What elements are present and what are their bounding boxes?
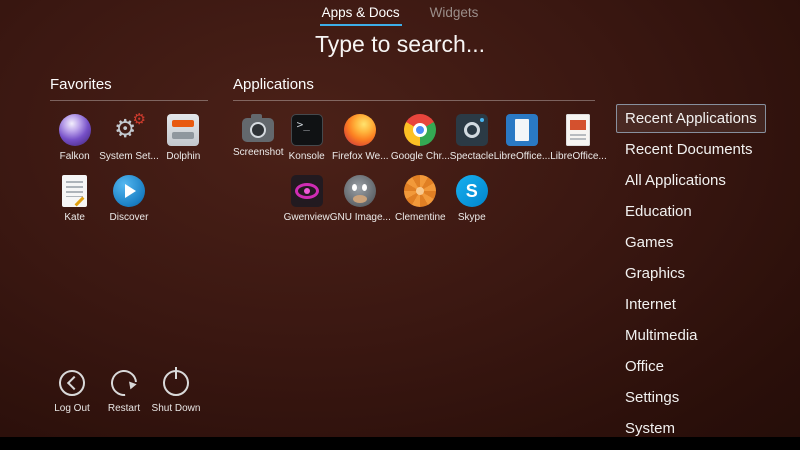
- category-multimedia[interactable]: Multimedia: [616, 321, 707, 350]
- app-label: Screenshot: [233, 147, 284, 158]
- app-label: Gwenview: [284, 212, 330, 223]
- category-office[interactable]: Office: [616, 352, 673, 381]
- app-libreoffice-1[interactable]: LibreOffice...: [494, 114, 551, 162]
- app-label: Konsole: [284, 151, 330, 162]
- category-recent-documents[interactable]: Recent Documents: [616, 135, 762, 164]
- app-spectacle[interactable]: Spectacle: [450, 114, 494, 162]
- spectacle-icon: [456, 114, 488, 146]
- category-recent-applications[interactable]: Recent Applications: [616, 104, 766, 133]
- app-system-settings[interactable]: System Set...: [99, 114, 158, 162]
- category-list: Recent Applications Recent Documents All…: [616, 104, 796, 450]
- app-google-chrome[interactable]: Google Chr...: [391, 114, 450, 162]
- category-games[interactable]: Games: [616, 228, 682, 257]
- app-falkon[interactable]: Falkon: [50, 114, 99, 162]
- discover-icon: [113, 175, 145, 207]
- app-label: Skype: [450, 212, 494, 223]
- app-kate[interactable]: Kate: [50, 175, 99, 223]
- category-all-applications[interactable]: All Applications: [616, 166, 735, 195]
- tab-widgets[interactable]: Widgets: [428, 2, 481, 26]
- system-settings-icon: [113, 114, 145, 146]
- action-label: Shut Down: [150, 403, 202, 414]
- applications-heading: Applications: [233, 76, 595, 101]
- gimp-icon: [344, 175, 376, 207]
- app-label: Clementine: [391, 212, 450, 223]
- application-dashboard: Apps & Docs Widgets Favorites Falkon Sys…: [0, 0, 800, 450]
- app-discover[interactable]: Discover: [99, 175, 158, 223]
- libreoffice-impress-icon: [566, 114, 590, 146]
- bottom-panel: [0, 437, 800, 450]
- clementine-icon: [404, 175, 436, 207]
- app-label: System Set...: [99, 151, 158, 162]
- kate-icon: [62, 175, 87, 207]
- gwenview-eye-icon: [291, 175, 323, 207]
- app-konsole[interactable]: Konsole: [284, 114, 330, 162]
- falkon-icon: [59, 114, 91, 146]
- session-actions: Log Out Restart Shut Down: [46, 370, 202, 414]
- firefox-icon: [344, 114, 376, 146]
- category-settings[interactable]: Settings: [616, 383, 688, 412]
- app-label: Falkon: [50, 151, 99, 162]
- shutdown-icon: [163, 370, 189, 396]
- app-label: Spectacle: [450, 151, 494, 162]
- category-graphics[interactable]: Graphics: [616, 259, 694, 288]
- konsole-terminal-icon: [291, 114, 323, 146]
- action-label: Log Out: [46, 403, 98, 414]
- search-input[interactable]: [0, 27, 800, 61]
- app-label: Discover: [99, 212, 158, 223]
- app-libreoffice-2[interactable]: LibreOffice...: [550, 114, 607, 162]
- logout-button[interactable]: Log Out: [46, 370, 98, 414]
- logout-icon: [59, 370, 85, 396]
- favorites-section: Favorites Falkon System Set... Dolphin K…: [50, 76, 208, 223]
- shutdown-button[interactable]: Shut Down: [150, 370, 202, 414]
- app-gwenview[interactable]: Gwenview: [284, 175, 330, 223]
- app-skype[interactable]: Skype: [450, 175, 494, 223]
- category-education[interactable]: Education: [616, 197, 701, 226]
- app-label: LibreOffice...: [550, 151, 607, 162]
- favorites-heading: Favorites: [50, 76, 208, 101]
- app-label: LibreOffice...: [494, 151, 551, 162]
- app-firefox[interactable]: Firefox We...: [330, 114, 391, 162]
- app-label: Google Chr...: [391, 151, 450, 162]
- category-internet[interactable]: Internet: [616, 290, 685, 319]
- favorites-grid: Falkon System Set... Dolphin Kate Discov…: [50, 114, 208, 223]
- app-label: Kate: [50, 212, 99, 223]
- dashboard-tabs: Apps & Docs Widgets: [0, 2, 800, 26]
- app-clementine[interactable]: Clementine: [391, 175, 450, 223]
- app-dolphin[interactable]: Dolphin: [159, 114, 208, 162]
- tab-apps-docs[interactable]: Apps & Docs: [320, 2, 402, 26]
- action-label: Restart: [98, 403, 150, 414]
- restart-icon: [106, 365, 143, 402]
- applications-grid: Screenshot Konsole Firefox We... Google …: [233, 114, 595, 223]
- dolphin-icon: [167, 114, 199, 146]
- libreoffice-blue-icon: [506, 114, 538, 146]
- restart-button[interactable]: Restart: [98, 370, 150, 414]
- screenshot-camera-icon: [242, 118, 274, 142]
- app-label: Firefox We...: [330, 151, 391, 162]
- skype-icon: [456, 175, 488, 207]
- applications-section: Applications Screenshot Konsole Firefox …: [233, 76, 595, 223]
- chrome-icon: [404, 114, 436, 146]
- app-screenshot[interactable]: Screenshot: [233, 114, 284, 162]
- app-label: Dolphin: [159, 151, 208, 162]
- app-gimp[interactable]: GNU Image...: [330, 175, 391, 223]
- app-label: GNU Image...: [330, 212, 391, 223]
